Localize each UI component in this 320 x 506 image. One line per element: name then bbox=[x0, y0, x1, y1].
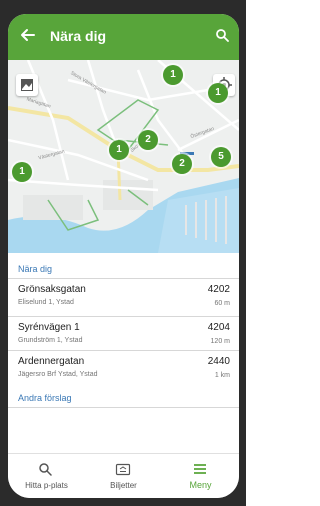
parking-name: Grönsaksgatan bbox=[18, 284, 86, 295]
ticket-icon bbox=[115, 463, 131, 476]
search-icon[interactable] bbox=[215, 28, 229, 42]
zone-code: 4202 bbox=[207, 284, 230, 295]
divider bbox=[8, 407, 239, 408]
map-view[interactable]: Mariagatan Stora Västergatan Västergatan… bbox=[8, 60, 239, 253]
nav-label: Meny bbox=[189, 480, 212, 490]
app-bar: Nära dig bbox=[8, 14, 239, 60]
bottom-navigation: Hitta p-plats Biljetter Meny bbox=[8, 453, 239, 498]
parking-cluster-marker[interactable]: 5 bbox=[211, 147, 231, 167]
nav-find-parking[interactable]: Hitta p-plats bbox=[8, 454, 85, 498]
zone-code: 4204 bbox=[207, 322, 230, 333]
parking-address: Grundström 1, Ystad bbox=[18, 337, 83, 344]
distance: 1 km bbox=[214, 372, 230, 379]
menu-icon bbox=[194, 464, 206, 474]
nearby-header: Nära dig bbox=[18, 264, 53, 274]
device-frame: Nära dig Mariagatan Stora Västergatan Vä… bbox=[0, 0, 246, 506]
map-layers-button[interactable] bbox=[16, 74, 38, 96]
page-title: Nära dig bbox=[50, 28, 107, 44]
parking-cluster-marker[interactable]: 1 bbox=[163, 65, 183, 85]
distance: 60 m bbox=[214, 300, 230, 307]
divider bbox=[8, 350, 239, 351]
parking-cluster-marker[interactable]: 1 bbox=[208, 83, 228, 103]
nav-label: Hitta p-plats bbox=[25, 481, 68, 490]
parking-name: Syrénvägen 1 bbox=[18, 322, 80, 333]
parking-cluster-marker[interactable]: 2 bbox=[138, 130, 158, 150]
zone-code: 2440 bbox=[207, 356, 230, 367]
list-item[interactable]: Grönsaksgatan Eliselund 1, Ystad 4202 60… bbox=[18, 284, 230, 320]
distance: 120 m bbox=[210, 338, 230, 345]
list-item[interactable]: Syrénvägen 1 Grundström 1, Ystad 4204 12… bbox=[18, 322, 230, 358]
app-screen: Nära dig Mariagatan Stora Västergatan Vä… bbox=[8, 14, 239, 498]
parking-cluster-marker[interactable]: 1 bbox=[12, 162, 32, 182]
nav-tickets[interactable]: Biljetter bbox=[85, 454, 162, 498]
image-icon bbox=[21, 79, 33, 91]
divider bbox=[8, 316, 239, 317]
arrow-left-icon[interactable] bbox=[20, 27, 36, 43]
suggestions-header[interactable]: Andra förslag bbox=[18, 393, 72, 403]
parking-cluster-marker[interactable]: 2 bbox=[172, 154, 192, 174]
parking-address: Jägersro Brf Ystad, Ystad bbox=[18, 371, 98, 378]
parking-name: Ardennergatan bbox=[18, 356, 85, 367]
parking-cluster-marker[interactable]: 1 bbox=[109, 140, 129, 160]
nav-menu[interactable]: Meny bbox=[162, 454, 239, 498]
list-item[interactable]: Ardennergatan Jägersro Brf Ystad, Ystad … bbox=[18, 356, 230, 392]
parking-address: Eliselund 1, Ystad bbox=[18, 299, 74, 306]
divider bbox=[8, 278, 239, 279]
search-icon bbox=[39, 463, 52, 476]
nav-label: Biljetter bbox=[110, 481, 137, 490]
